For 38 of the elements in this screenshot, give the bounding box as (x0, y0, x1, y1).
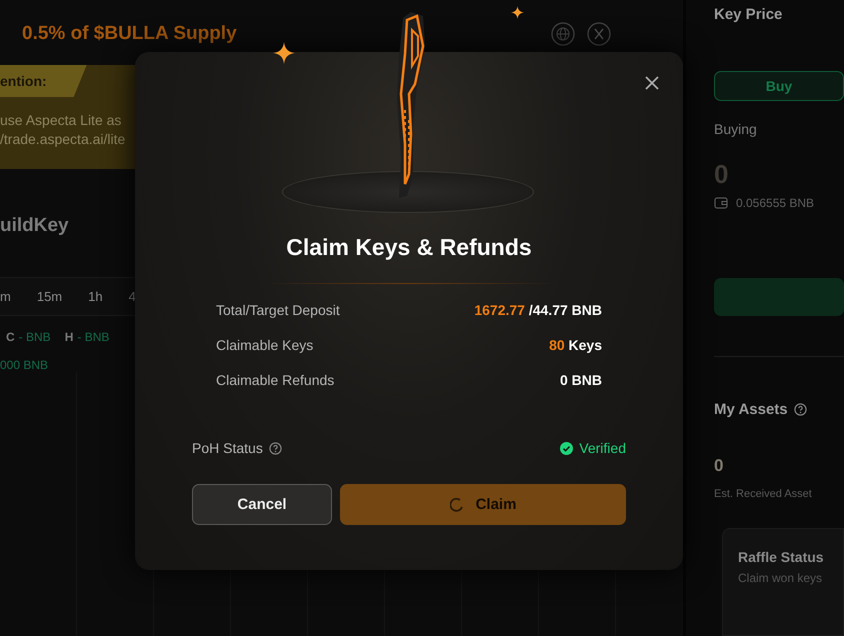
wallet-icon (714, 197, 728, 210)
buying-label: Buying (714, 121, 758, 138)
row-value: 80 Keys (549, 337, 602, 353)
buy-tab[interactable]: Buy (714, 71, 844, 102)
attention-text: use Aspecta Lite as (0, 111, 122, 130)
row-label: Claimable Refunds (216, 372, 334, 388)
help-icon[interactable] (794, 403, 807, 416)
row-label: Claimable Keys (216, 337, 314, 353)
poh-status: Verified (579, 440, 626, 456)
ohlc-value: - BNB (18, 330, 51, 344)
assets-caption: Est. Received Asset (714, 488, 813, 500)
ohlc-key: H (64, 330, 74, 344)
sparkle-icon (511, 6, 524, 19)
poh-label: PoH Status (192, 440, 263, 456)
row-value: 1672.77 /44.77 BNB (474, 302, 602, 318)
balance-text: 0.056555 BNB (736, 196, 814, 210)
timeframe-tab[interactable]: 1h (88, 289, 103, 304)
raffle-title: Raffle Status (738, 549, 825, 566)
ohlc-value: - BNB (77, 330, 110, 344)
key-price-title: Key Price (714, 6, 784, 23)
dialog-title: Claim Keys & Refunds (286, 234, 532, 261)
assets-value: 0 (714, 456, 724, 476)
timeframe-tab[interactable]: m (0, 289, 11, 304)
section-heading: uildKey (0, 215, 69, 236)
assets-title: My Assets (714, 401, 788, 418)
supply-text: 0.5% of $BULLA Supply (22, 23, 237, 45)
attention-text: /trade.aspecta.ai/lite (0, 130, 126, 149)
volume-text: 000 BNB (0, 358, 48, 372)
row-label: Total/Target Deposit (216, 302, 340, 318)
spinner-icon (450, 498, 464, 512)
timeframe-tab[interactable]: 15m (36, 289, 62, 304)
cancel-button[interactable]: Cancel (192, 484, 332, 525)
raffle-caption: Claim won keys (738, 571, 824, 586)
row-value: 0 BNB (560, 372, 602, 388)
sparkle-icon (273, 42, 295, 64)
attention-label: ention: (0, 65, 87, 97)
ohlc-key: C (6, 330, 15, 344)
help-icon[interactable] (268, 442, 282, 454)
